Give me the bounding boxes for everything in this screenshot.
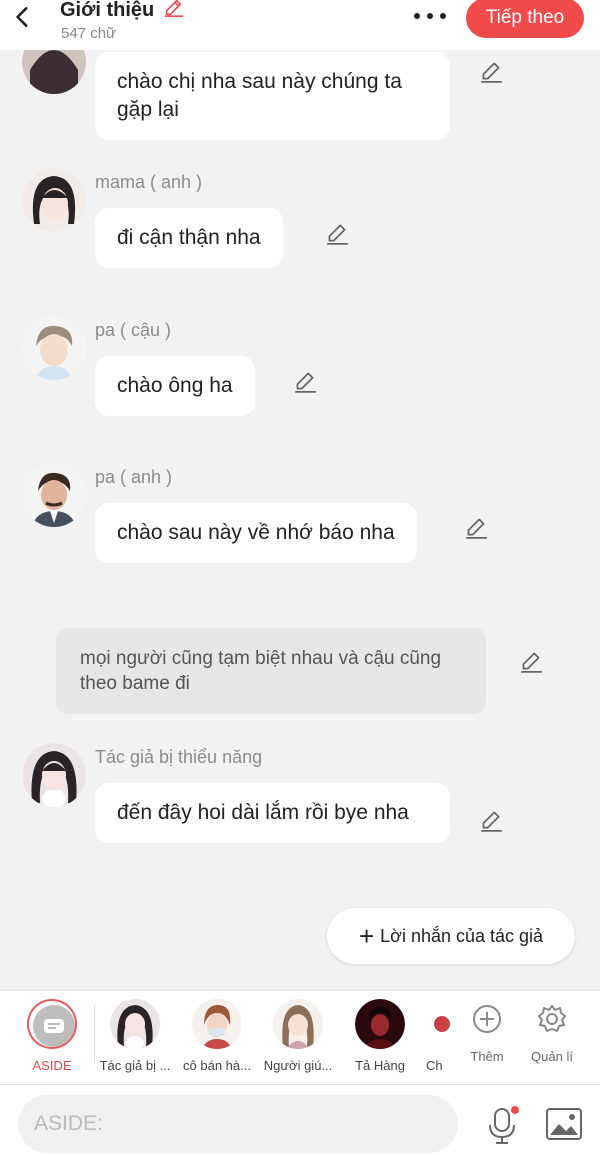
edit-message-icon[interactable] (478, 807, 504, 833)
avatar[interactable] (22, 168, 86, 232)
image-icon[interactable] (545, 1107, 583, 1141)
edit-message-icon[interactable] (463, 514, 489, 540)
edit-message-icon[interactable] (292, 368, 318, 394)
next-button[interactable]: Tiếp theo (466, 0, 584, 38)
message-item: Tác giả bị thiểu năng đến đây hoi dài lắ… (0, 743, 600, 883)
message-item: chào chị nha sau này chúng ta gặp lại (0, 50, 600, 180)
speaker-name: mama ( anh ) (95, 172, 203, 192)
top-bar: Giới thiệu 547 chữ Tiếp theo (0, 0, 600, 50)
aside-icon (27, 999, 77, 1049)
manage-characters-button[interactable]: Quản lí (522, 1003, 582, 1064)
message-bubble[interactable]: chào ông ha (95, 356, 255, 416)
chat-area[interactable]: chào chị nha sau này chúng ta gặp lại ma… (0, 50, 600, 990)
add-label: Thêm (470, 1049, 504, 1064)
message-item: pa ( anh ) chào sau này về nhớ báo nha (0, 463, 600, 573)
chevron-left-icon[interactable] (10, 4, 36, 30)
message-bubble[interactable]: đến đây hoi dài lắm rồi bye nha (95, 783, 450, 843)
divider (94, 1005, 95, 1063)
avatar[interactable] (22, 743, 86, 807)
avatar (273, 999, 323, 1049)
message-bubble[interactable]: chào chị nha sau này chúng ta gặp lại (95, 52, 450, 140)
author-note-label: Lời nhắn của tác giả (380, 925, 544, 946)
manage-label: Quản lí (531, 1049, 573, 1064)
character-item[interactable]: Tác giả bị ... (98, 999, 172, 1073)
avatar[interactable] (22, 316, 86, 380)
word-count: 547 chữ (61, 25, 117, 42)
message-bubble[interactable]: đi cận thận nha (95, 208, 283, 268)
microphone-icon[interactable] (484, 1105, 520, 1145)
speaker-name: pa ( anh ) (95, 467, 173, 487)
character-item[interactable]: Người giú... (261, 999, 335, 1073)
author-note-button[interactable]: + Lời nhắn của tác giả (327, 908, 575, 964)
speaker-name: Tác giả bị thiểu năng (95, 747, 263, 767)
message-bubble[interactable]: chào sau này về nhớ báo nha (95, 503, 417, 563)
avatar (192, 999, 242, 1049)
page-title: Giới thiệu (60, 0, 155, 21)
input-area (0, 1085, 600, 1155)
avatar[interactable] (22, 463, 86, 527)
character-aside[interactable]: ASIDE (15, 999, 89, 1073)
message-item: mama ( anh ) đi cận thận nha (0, 168, 600, 278)
edit-message-icon[interactable] (518, 648, 544, 674)
narration-bubble[interactable]: mọi người cũng tạm biệt nhau và cậu cũng… (56, 628, 486, 714)
narration-item: mọi người cũng tạm biệt nhau và cậu cũng… (0, 628, 600, 718)
more-horizontal-icon[interactable] (412, 8, 448, 24)
character-label: ASIDE (32, 1058, 72, 1073)
aside-input[interactable] (18, 1095, 458, 1153)
avatar[interactable] (22, 50, 86, 94)
character-item[interactable]: cô bán hà... (180, 999, 254, 1073)
add-character-button[interactable]: Thêm (457, 1003, 517, 1064)
message-item: pa ( cậu ) chào ông ha (0, 316, 600, 426)
speaker-name: pa ( cậu ) (95, 320, 172, 340)
avatar (110, 999, 160, 1049)
character-bar: ASIDE Tác giả bị ... cô bán hà... Người … (0, 990, 600, 1085)
pencil-icon[interactable] (163, 0, 185, 18)
character-label: Tác giả bị ... (99, 1058, 171, 1073)
gear-icon (538, 1005, 566, 1032)
title-wrap: Giới thiệu (60, 0, 185, 22)
edit-message-icon[interactable] (478, 58, 504, 84)
plus-circle-icon (473, 1005, 501, 1033)
plus-icon: + (358, 920, 375, 951)
edit-message-icon[interactable] (324, 220, 350, 246)
character-label: Người giú... (263, 1058, 333, 1073)
character-label: cô bán hà... (183, 1058, 251, 1073)
